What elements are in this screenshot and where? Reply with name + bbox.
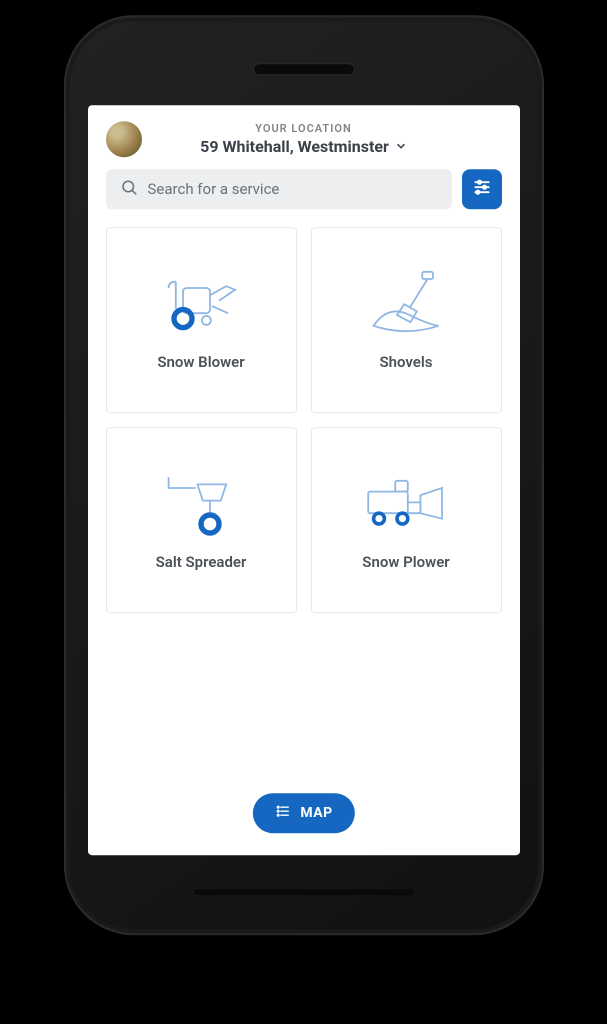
salt-spreader-icon xyxy=(156,469,246,539)
service-card-snow-blower[interactable]: Snow Blower xyxy=(106,227,297,413)
location-address: 59 Whitehall, Westminster xyxy=(200,137,389,156)
list-icon xyxy=(274,803,290,823)
service-card-salt-spreader[interactable]: Salt Spreader xyxy=(106,427,297,613)
service-card-snow-plower[interactable]: Snow Plower xyxy=(311,427,502,613)
services-grid: Snow Blower Shovels xyxy=(106,227,502,613)
service-card-shovels[interactable]: Shovels xyxy=(311,227,502,413)
search-input[interactable] xyxy=(148,180,438,198)
location-picker[interactable]: 59 Whitehall, Westminster xyxy=(200,137,407,156)
sliders-icon xyxy=(472,177,492,201)
location-block: YOUR LOCATION 59 Whitehall, Westminster xyxy=(106,122,502,156)
snow-plower-icon xyxy=(361,469,451,539)
search-field[interactable] xyxy=(106,169,452,209)
search-icon xyxy=(120,178,138,200)
snow-blower-icon xyxy=(156,269,246,339)
map-button[interactable]: MAP xyxy=(252,793,354,833)
location-eyebrow: YOUR LOCATION xyxy=(106,122,502,135)
device-frame: YOUR LOCATION 59 Whitehall, Westminster xyxy=(64,15,544,935)
map-button-label: MAP xyxy=(300,805,332,821)
shovel-icon xyxy=(361,269,451,339)
filter-button[interactable] xyxy=(462,169,502,209)
app-screen: YOUR LOCATION 59 Whitehall, Westminster xyxy=(88,105,520,855)
device-shadow xyxy=(94,950,514,1000)
chevron-down-icon xyxy=(395,137,407,156)
service-card-label: Snow Plower xyxy=(362,553,449,571)
service-card-label: Shovels xyxy=(379,353,432,371)
service-card-label: Salt Spreader xyxy=(156,553,247,571)
app-header: YOUR LOCATION 59 Whitehall, Westminster xyxy=(88,105,520,209)
service-card-label: Snow Blower xyxy=(157,353,244,371)
